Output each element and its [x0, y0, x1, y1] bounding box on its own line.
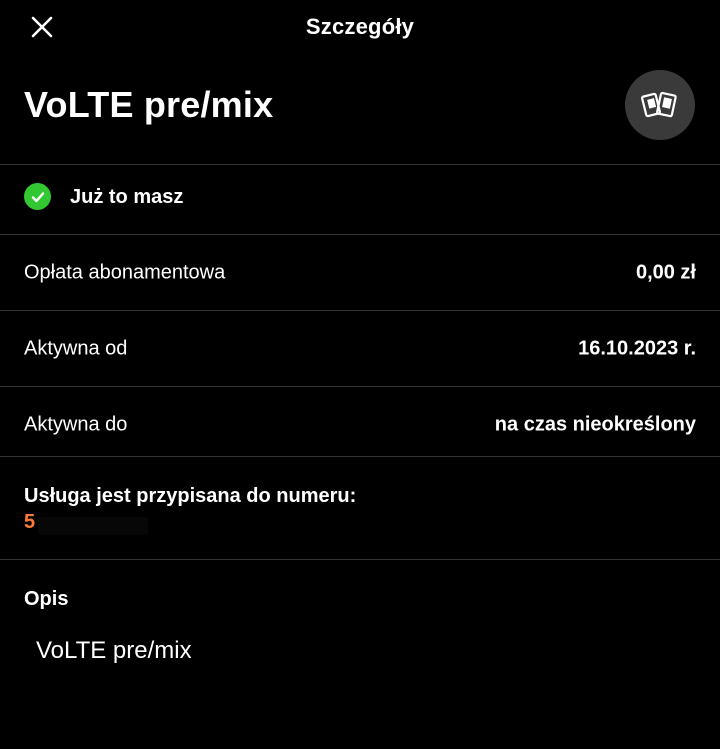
check-circle-icon: [24, 183, 51, 210]
service-details-screen: Szczegóły VoLTE pre/mix Już to masz Opła…: [0, 0, 720, 749]
service-title-row: VoLTE pre/mix: [0, 64, 720, 164]
detail-row-active-to: Aktywna do na czas nieokreślony: [0, 387, 720, 462]
service-name: VoLTE pre/mix: [24, 84, 274, 125]
detail-value: na czas nieokreślony: [494, 413, 696, 435]
assigned-label: Usługa jest przypisana do numeru:: [24, 485, 357, 507]
detail-label: Aktywna do: [24, 413, 128, 435]
detail-value: 0,00 zł: [635, 261, 696, 283]
page-title: Szczegóły: [305, 14, 415, 39]
description-heading: Opis: [24, 588, 69, 610]
detail-value: 16.10.2023 r.: [578, 337, 696, 359]
status-label: Już to masz: [70, 186, 184, 208]
detail-label: Aktywna od: [24, 337, 128, 359]
cards-icon: [641, 91, 677, 118]
assigned-number: 5: [24, 511, 36, 533]
status-row: Już to masz: [0, 165, 720, 234]
detail-row-active-from: Aktywna od 16.10.2023 r.: [0, 311, 720, 386]
assigned-number-section: Usługa jest przypisana do numeru: 5: [0, 457, 720, 559]
cards-button[interactable]: [625, 70, 695, 140]
top-bar: Szczegóły: [0, 0, 720, 56]
description-text: VoLTE pre/mix: [36, 637, 192, 664]
detail-row-fee: Opłata abonamentowa 0,00 zł: [0, 235, 720, 310]
redacted-number: [38, 517, 148, 535]
description-section: Opis VoLTE pre/mix: [0, 560, 720, 749]
detail-label: Opłata abonamentowa: [24, 261, 226, 283]
